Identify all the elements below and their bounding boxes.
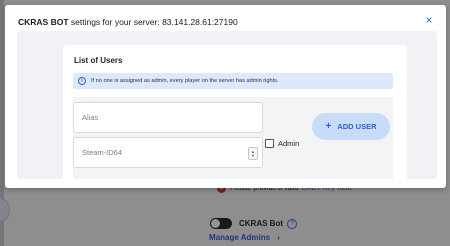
modal-body: List of Users i If no one is assigned as… xyxy=(17,31,437,179)
add-user-form: ▲ ▼ Admin + ADD USER xyxy=(73,97,393,179)
stepper-down-icon[interactable]: ▼ xyxy=(251,153,255,158)
admin-info-text: If no one is assigned as admin, every pl… xyxy=(91,78,279,84)
add-user-label: ADD USER xyxy=(337,122,377,131)
info-icon: i xyxy=(78,77,86,85)
modal-title-bot-name: CKRAS BOT xyxy=(18,17,69,27)
steam-id-input[interactable] xyxy=(73,137,263,168)
close-icon[interactable]: × xyxy=(422,13,436,27)
admin-checkbox-label: Admin xyxy=(278,139,300,148)
users-card: List of Users i If no one is assigned as… xyxy=(63,45,407,179)
steam-id-stepper[interactable]: ▲ ▼ xyxy=(248,147,258,160)
list-of-users-heading: List of Users xyxy=(74,56,123,65)
add-user-button[interactable]: + ADD USER xyxy=(312,113,390,140)
plus-icon: + xyxy=(325,121,332,132)
modal-title-server: settings for your server: 83.141.28.61:2… xyxy=(68,17,238,27)
modal-title: CKRAS BOT settings for your server: 83.1… xyxy=(18,17,238,27)
alias-input[interactable] xyxy=(73,102,263,133)
settings-modal: CKRAS BOT settings for your server: 83.1… xyxy=(5,5,446,188)
admin-info-box: i If no one is assigned as admin, every … xyxy=(73,73,393,89)
admin-checkbox[interactable] xyxy=(265,139,274,148)
